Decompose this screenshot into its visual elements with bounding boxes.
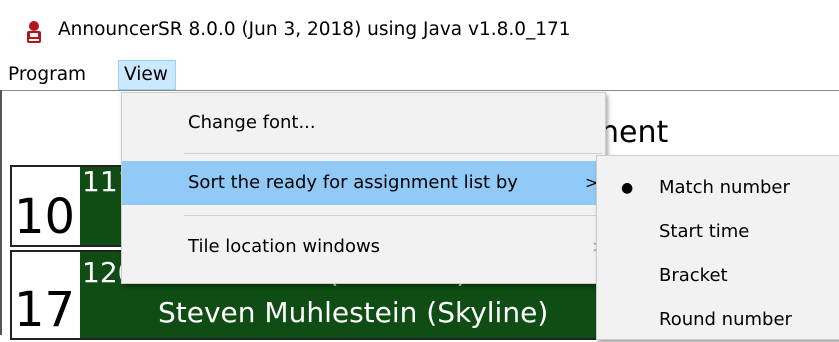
menu-item-label: Tile location windows [188,236,381,257]
submenu-item-label: Start time [659,221,750,242]
menu-item-change-font[interactable]: Change font... [122,105,605,141]
submenu-item-start-time[interactable]: Start time [597,210,839,254]
menu-item-tile-location-windows[interactable]: Tile location windows > [122,225,605,269]
submenu-item-label: Bracket [659,265,728,286]
menu-separator [184,153,602,154]
menu-separator [184,215,602,216]
tile-number: 17 [14,282,76,338]
menu-item-label: Change font... [188,112,316,133]
menu-item-label: Sort the ready for assignment list by [188,172,518,193]
submenu-item-round-number[interactable]: Round number [597,298,839,342]
menu-program[interactable]: Program [4,60,90,90]
view-menu-dropdown: Change font... Sort the ready for assign… [121,92,606,284]
submenu-item-label: Match number [659,177,790,198]
title-bar: AnnouncerSR 8.0.0 (Jun 3, 2018) using Ja… [0,0,839,60]
submenu-item-match-number[interactable]: ● Match number [597,166,839,210]
tile-number: 10 [14,189,76,245]
radio-bullet-icon: ● [621,180,634,196]
app-icon [27,21,41,43]
submenu-item-bracket[interactable]: Bracket [597,254,839,298]
window-title: AnnouncerSR 8.0.0 (Jun 3, 2018) using Ja… [58,19,571,40]
menu-view[interactable]: View [118,60,176,90]
submenu-item-label: Round number [659,309,792,330]
menu-item-sort-ready-list[interactable]: Sort the ready for assignment list by > [122,161,605,205]
panel-heading-text: nent [600,115,669,150]
match-line: Steven Muhlestein (Skyline) [158,296,549,329]
sort-submenu: ● Match number Start time Bracket Round … [596,155,839,340]
menu-bar: Program View [0,60,839,90]
